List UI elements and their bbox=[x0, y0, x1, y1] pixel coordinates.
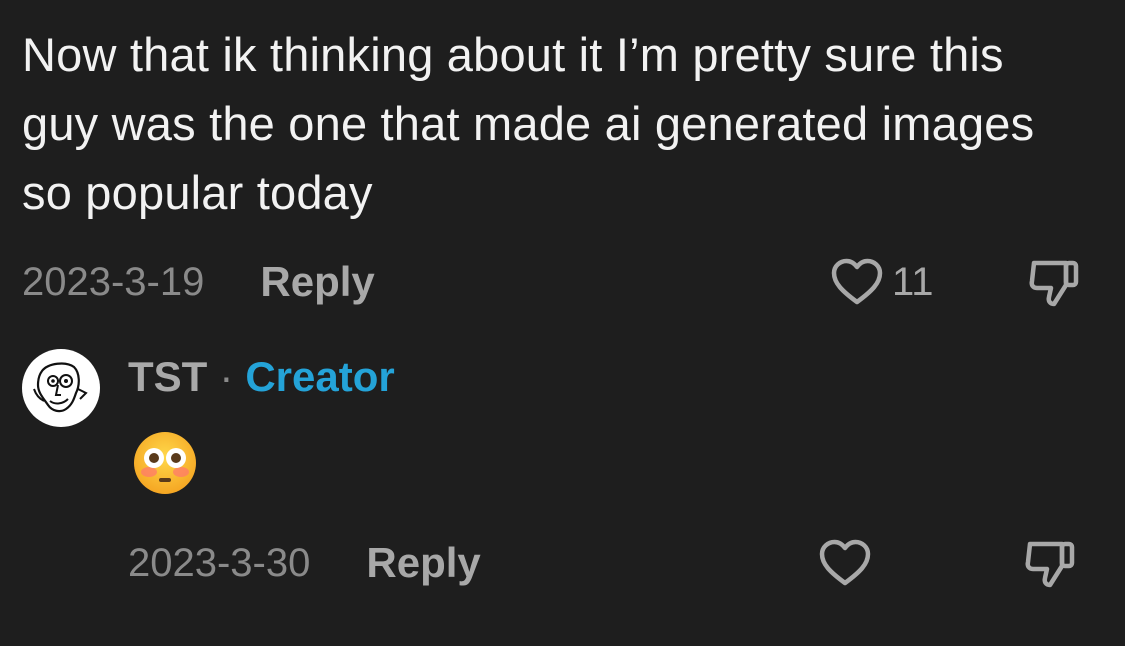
reply-header: TST · Creator bbox=[128, 348, 395, 406]
reply-button[interactable]: Reply bbox=[260, 258, 374, 306]
avatar[interactable] bbox=[22, 349, 100, 427]
heart-outline-icon bbox=[830, 257, 884, 307]
avatar-face-drawing bbox=[33, 362, 88, 413]
like-count: 11 bbox=[892, 259, 934, 304]
like-button[interactable]: 11 bbox=[830, 257, 936, 307]
reply-date: 2023-3-30 bbox=[128, 540, 311, 585]
separator-dot: · bbox=[219, 353, 234, 400]
comment-actions: 2023-3-19 Reply 11 bbox=[22, 252, 1082, 312]
thumbs-down-icon[interactable] bbox=[1026, 255, 1082, 309]
reply-button[interactable]: Reply bbox=[366, 539, 480, 587]
flushed-face-emoji bbox=[132, 430, 198, 496]
like-button[interactable] bbox=[818, 538, 872, 588]
reply-actions: 2023-3-30 Reply bbox=[128, 533, 1078, 593]
creator-badge: Creator bbox=[245, 353, 395, 400]
heart-outline-icon bbox=[818, 538, 872, 588]
comment-date: 2023-3-19 bbox=[22, 259, 205, 304]
thumbs-down-icon[interactable] bbox=[1022, 536, 1078, 590]
reply-username[interactable]: TST bbox=[128, 353, 207, 401]
comment-text: Now that ik thinking about it I’m pretty… bbox=[22, 28, 1035, 219]
